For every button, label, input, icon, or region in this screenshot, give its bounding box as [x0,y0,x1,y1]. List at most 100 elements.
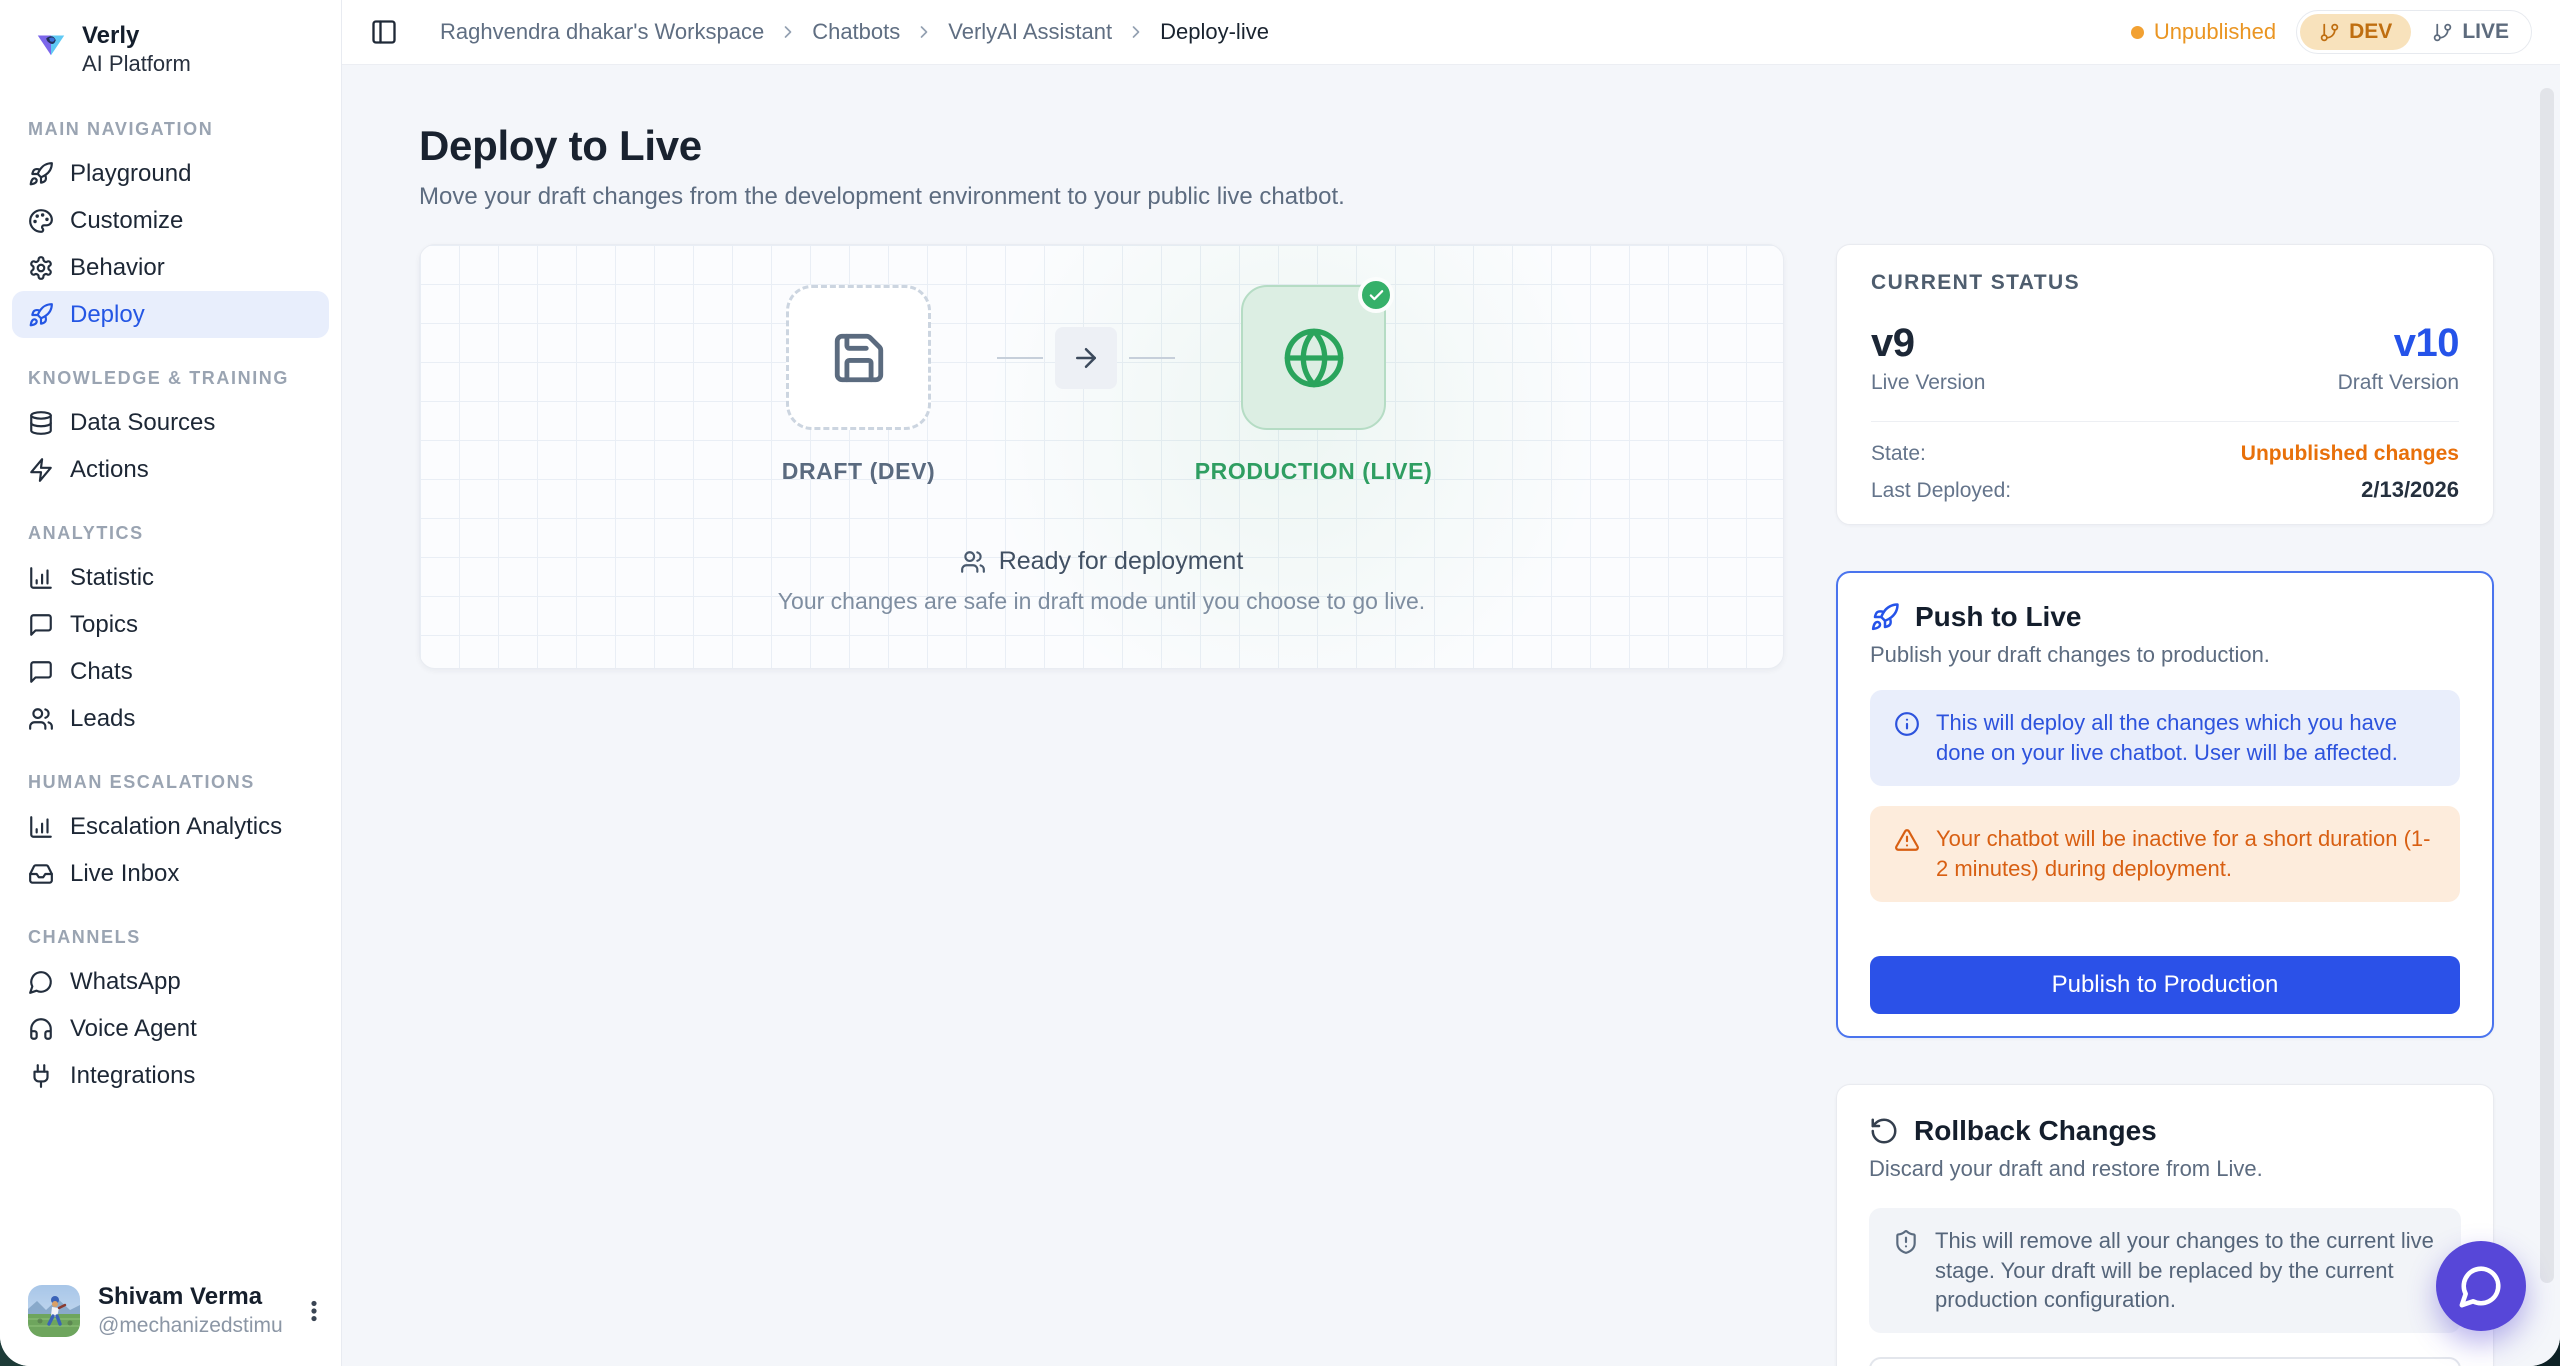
right-column: CURRENT STATUS v9 Live Version v10 Draft… [1836,244,2494,1366]
sidebar-item-data-sources[interactable]: Data Sources [12,399,329,446]
content: Deploy to Live Move your draft changes f… [342,65,2560,1366]
rollback-info-text: This will remove all your changes to the… [1935,1226,2437,1316]
plug-icon [28,1063,54,1089]
deployment-diagram: DRAFT (DEV) [419,244,1784,669]
connector [931,285,1241,430]
sidebar-item-label: Customize [70,207,183,235]
sidebar-item-chats[interactable]: Chats [12,648,329,695]
deploy-info-note: This will deploy all the changes which y… [1870,690,2460,786]
palette-icon [28,208,54,234]
status-badge: Unpublished [2154,19,2276,45]
sidebar-toggle-icon[interactable] [370,18,398,46]
check-badge [1358,277,1394,313]
publish-to-production-button[interactable]: Publish to Production [1870,956,2460,1014]
breadcrumb-verlyai-assistant[interactable]: VerlyAI Assistant [948,19,1112,45]
more-vertical-icon[interactable] [301,1298,327,1324]
env-chip-live[interactable]: LIVE [2413,14,2528,50]
save-icon [830,329,888,387]
current-status-title: CURRENT STATUS [1871,271,2459,295]
node-row: DRAFT (DEV) [786,285,1783,485]
versions-row: v9 Live Version v10 Draft Version [1871,321,2459,395]
message-circle-icon [28,969,54,995]
sidebar-item-behavior[interactable]: Behavior [12,244,329,291]
chat-fab[interactable] [2436,1241,2526,1331]
headphones-icon [28,1016,54,1042]
scrollbar-thumb[interactable] [2540,88,2554,1283]
sidebar-item-integrations[interactable]: Integrations [12,1052,329,1099]
env-toggle: DEV LIVE [2296,10,2532,54]
sidebar-item-topics[interactable]: Topics [12,601,329,648]
sidebar-item-deploy[interactable]: Deploy [12,291,329,338]
last-deployed-row: Last Deployed: 2/13/2026 [1871,477,2459,503]
state-row: State: Unpublished changes [1871,442,2459,466]
sidebar-item-escalation-analytics[interactable]: Escalation Analytics [12,803,329,850]
deploy-warning-note: Your chatbot will be inactive for a shor… [1870,806,2460,902]
shield-alert-icon [1893,1229,1919,1255]
breadcrumb-chatbots[interactable]: Chatbots [812,19,900,45]
state-value: Unpublished changes [2241,442,2459,466]
user-card[interactable]: Shivam Verma @mechanizedstimu [0,1267,341,1366]
nav-section-title: KNOWLEDGE & TRAINING [28,368,329,389]
brand-subtitle: AI Platform [82,50,191,78]
sidebar: Verly AI Platform MAIN NAVIGATION Playgro… [0,0,342,1366]
breadcrumb-raghvendra-dhakar-s-workspace[interactable]: Raghvendra dhakar's Workspace [440,19,764,45]
sidebar-item-label: Deploy [70,301,145,329]
sidebar-item-label: Live Inbox [70,860,179,888]
sidebar-item-label: Playground [70,160,191,188]
sidebar-item-playground[interactable]: Playground [12,150,329,197]
page-title: Deploy to Live [419,122,2494,170]
verly-logo-icon [34,26,68,60]
draft-version-label: Draft Version [2338,371,2459,395]
zap-icon [28,457,54,483]
sidebar-item-customize[interactable]: Customize [12,197,329,244]
message-square-icon [28,659,54,685]
sidebar-item-whatsapp[interactable]: WhatsApp [12,958,329,1005]
nav-section: KNOWLEDGE & TRAINING Data Sources Actions [12,368,329,493]
globe-icon [1282,326,1346,390]
sidebar-item-label: Integrations [70,1062,195,1090]
sidebar-item-label: Escalation Analytics [70,813,282,841]
rocket-icon [28,302,54,328]
sidebar-item-label: Behavior [70,254,165,282]
check-icon [1368,287,1385,304]
production-node [1241,285,1386,430]
inbox-icon [28,861,54,887]
sidebar-item-live-inbox[interactable]: Live Inbox [12,850,329,897]
sidebar-item-statistic[interactable]: Statistic [12,554,329,601]
sidebar-item-label: Chats [70,658,133,686]
nav-section: ANALYTICSStatisticTopicsChatsLeads [12,523,329,742]
arrow-right-icon [1071,343,1101,373]
brand-name: Verly [82,22,191,50]
env-chip-label: DEV [2349,20,2392,44]
main-area: Raghvendra dhakar's Workspace Chatbots Ver… [342,0,2560,1366]
columns: DRAFT (DEV) [419,244,2494,1366]
sidebar-item-actions[interactable]: Actions [12,446,329,493]
arrow-chip [1055,327,1117,389]
current-status-card: CURRENT STATUS v9 Live Version v10 Draft… [1836,244,2494,525]
brand-text: Verly AI Platform [82,22,191,77]
sidebar-item-label: Data Sources [70,409,215,437]
connector-line [997,357,1043,359]
nav-section: HUMAN ESCALATIONSEscalation AnalyticsLiv… [12,772,329,897]
chevron-right-icon [1126,22,1146,42]
sidebar-item-leads[interactable]: Leads [12,695,329,742]
last-deployed-value: 2/13/2026 [2361,477,2459,503]
bar-chart-icon [28,565,54,591]
gear-icon [28,255,54,281]
chevron-right-icon [914,22,934,42]
rollback-button[interactable] [1869,1357,2461,1366]
sidebar-item-label: Voice Agent [70,1015,197,1043]
chevron-right-icon [778,22,798,42]
brand[interactable]: Verly AI Platform [0,18,341,83]
push-card-header: Push to Live [1870,601,2460,633]
sidebar-item-voice-agent[interactable]: Voice Agent [12,1005,329,1052]
production-node-label: PRODUCTION (LIVE) [1195,458,1433,485]
live-version-label: Live Version [1871,371,1985,395]
page-subtitle: Move your draft changes from the develop… [419,183,2494,211]
sidebar-item-label: Topics [70,611,138,639]
rollback-card-title: Rollback Changes [1914,1115,2157,1147]
nav-section-title: CHANNELS [28,927,329,948]
env-chip-dev[interactable]: DEV [2300,14,2411,50]
nav-section-title: MAIN NAVIGATION [28,119,329,140]
topbar: Raghvendra dhakar's Workspace Chatbots Ver… [342,0,2560,65]
